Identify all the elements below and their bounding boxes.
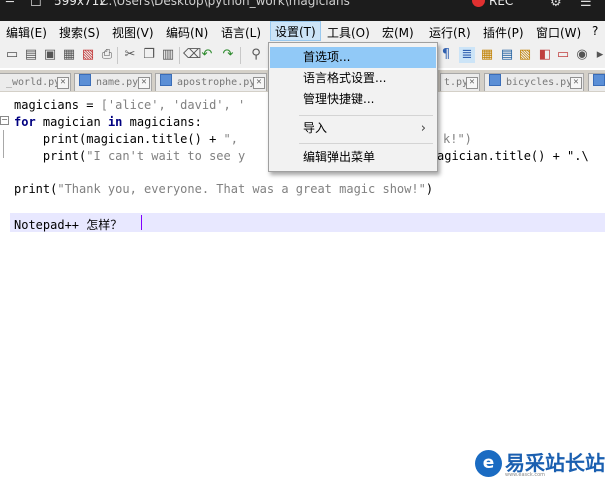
toolbar-separator [179,47,180,64]
cut-icon[interactable]: ✂ [122,47,138,63]
tab-label: apostrophe.py [177,77,256,88]
tab-label: bicycles.py [506,77,573,88]
tab-label: name.py [96,77,139,88]
paste-icon[interactable]: ▥ [160,47,176,63]
watermark-logo: e 易采站长站 www.easck.com [471,448,605,480]
tab-apostrophe[interactable]: apostrophe.py ✕ [155,73,267,91]
tab-label: _world.py [6,77,61,88]
menu-item-import[interactable]: 导入 › [270,118,436,139]
save-all-icon[interactable]: ▦ [61,47,77,63]
undo-icon[interactable]: ↶ [199,47,215,63]
menu-separator [299,143,433,144]
save-icon [79,74,91,86]
tab-name[interactable]: name.py ✕ [74,73,152,91]
settings-icon[interactable]: ⚙ [550,0,562,10]
copy-icon[interactable]: ❐ [141,47,157,63]
menu-settings[interactable]: 设置(T) [270,21,321,41]
close-icon[interactable]: ✕ [253,77,265,89]
indent-guide-icon[interactable]: ≣ [459,47,475,63]
doc-map-icon[interactable]: ▦ [479,47,495,63]
show-all-chars-icon[interactable]: ¶ [438,47,454,63]
eye-icon[interactable]: ◉ [574,47,590,63]
fold-guide [3,130,4,158]
tab-world[interactable]: _world.py ✕ [0,73,71,91]
save-icon [160,74,172,86]
menu-window[interactable]: 窗口(W) [536,24,581,41]
menu-help[interactable]: ? [592,24,598,38]
record-macro-icon[interactable]: ▭ [555,47,571,63]
logo-icon: e [475,450,502,477]
delete-icon[interactable]: ⌫ [183,47,201,63]
menu-bar: 编辑(E) 搜索(S) 视图(V) 编码(N) 语言(L) 设置(T) 工具(O… [0,21,605,44]
code-line-5: print("Thank you, everyone. That was a g… [14,182,434,196]
find-icon[interactable]: ⚲ [248,47,264,63]
fold-collapse-icon[interactable]: − [0,116,9,125]
tab-t[interactable]: t.py ✕ [440,73,480,91]
save-icon [593,74,605,86]
code-line-3: print(magician.title() + ", k!") [42,132,472,146]
function-list-icon[interactable]: ▤ [499,47,515,63]
monitor-icon[interactable]: ◧ [537,47,553,63]
close-icon[interactable]: ✕ [466,77,478,89]
menu-item-preferences[interactable]: 首选项... [270,47,436,68]
menu-icon[interactable]: ☰ [580,0,592,10]
toolbar-separator [240,47,241,64]
record-icon[interactable] [472,0,485,7]
rec-label: REC [489,0,514,8]
text-caret [141,215,142,230]
menu-view[interactable]: 视图(V) [112,24,154,41]
menu-run[interactable]: 运行(R) [429,24,471,41]
menu-item-label: 导入 [303,121,328,135]
print-icon[interactable]: ⎙ [99,47,115,63]
close-icon[interactable]: ▧ [80,47,96,63]
save-icon [489,74,501,86]
menu-edit[interactable]: 编辑(E) [6,24,47,41]
menu-encoding[interactable]: 编码(N) [166,24,208,41]
open-file-icon[interactable]: ▤ [23,47,39,63]
close-icon[interactable]: ✕ [138,77,150,89]
close-icon[interactable]: ✕ [57,77,69,89]
tab-next[interactable] [588,73,605,91]
overflow-icon[interactable]: ▸ [592,47,605,63]
tab-bicycles[interactable]: bicycles.py ✕ [484,73,584,91]
code-line-1: magicians = ['alice', 'david', ' [14,98,246,112]
folder-workspace-icon[interactable]: ▧ [517,47,533,63]
close-icon[interactable]: ✕ [570,77,582,89]
menu-separator [299,115,433,116]
menu-macro[interactable]: 宏(M) [382,24,414,41]
code-line-2: for magician in magicians: [14,115,202,129]
restore-icon[interactable]: ☐ [30,0,42,10]
window-size-readout: 599x712 [54,0,107,8]
menu-language[interactable]: 语言(L) [221,24,261,41]
menu-tools[interactable]: 工具(O) [327,24,370,41]
tab-label: t.py [444,77,469,88]
window-title: C:\Users\Desktop\python_work\magicians.p… [100,0,350,8]
minimize-icon[interactable]: ─ [6,0,14,10]
new-file-icon[interactable]: ▭ [4,47,20,63]
menu-item-shortcut-mapper[interactable]: 管理快捷键... [270,89,436,110]
menu-search[interactable]: 搜索(S) [59,24,100,41]
code-line-6: Notepad++ 怎样？ [14,218,123,232]
code-line-4: print("I can't wait to see y agician.titl… [42,149,589,163]
title-bar: ─ ☐ 599x712 C:\Users\Desktop\python_work… [0,0,605,21]
toolbar-separator [117,47,118,64]
menu-plugins[interactable]: 插件(P) [483,24,524,41]
menu-item-style-configurator[interactable]: 语言格式设置... [270,68,436,89]
settings-dropdown-menu: 首选项... 语言格式设置... 管理快捷键... 导入 › 编辑弹出菜单 [268,42,438,172]
menu-item-edit-popup-menu[interactable]: 编辑弹出菜单 [270,147,436,168]
save-icon[interactable]: ▣ [42,47,58,63]
submenu-arrow-icon: › [420,121,426,136]
redo-icon[interactable]: ↷ [220,47,236,63]
logo-subtext: www.easck.com [505,472,546,478]
